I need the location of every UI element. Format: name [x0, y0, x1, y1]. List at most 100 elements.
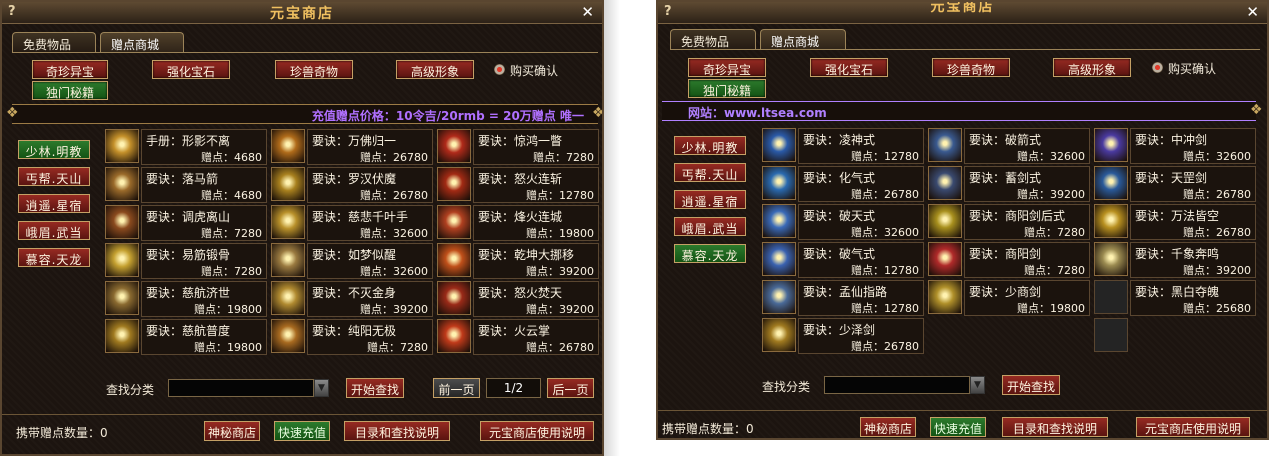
skill-book-icon[interactable] — [105, 243, 139, 277]
title-bar[interactable]: ? 元宝商店 ✕ — [2, 2, 602, 24]
shop-help-button[interactable]: 元宝商店使用说明 — [1136, 417, 1250, 437]
skill-book-icon[interactable] — [437, 243, 471, 277]
tab-free-items[interactable]: 免费物品 — [670, 29, 756, 50]
next-page-button[interactable]: 后一页 — [547, 378, 594, 398]
item-cell[interactable]: 要诀：慈航济世 赠点：19800 — [105, 281, 267, 317]
search-input[interactable] — [824, 376, 970, 394]
tab-points-mall[interactable]: 赠点商城 — [760, 29, 846, 50]
mystery-shop-button[interactable]: 神秘商店 — [860, 417, 916, 437]
item-cell[interactable]: 要诀：破气式 赠点：12780 — [762, 242, 924, 278]
close-icon[interactable]: ✕ — [581, 3, 594, 21]
category-secret-manuals[interactable]: 独门秘籍 — [688, 79, 766, 98]
skill-book-icon[interactable] — [271, 167, 305, 201]
category-secret-manuals[interactable]: 独门秘籍 — [32, 81, 108, 100]
item-cell[interactable]: 要诀：如梦似醒 赠点：32600 — [271, 243, 433, 279]
category-gems[interactable]: 强化宝石 — [810, 58, 888, 77]
tab-free-items[interactable]: 免费物品 — [12, 32, 96, 53]
skill-book-icon[interactable] — [105, 319, 139, 353]
sect-tab[interactable]: 少林.明教 — [674, 136, 746, 155]
skill-book-icon[interactable] — [928, 166, 962, 200]
sect-tab[interactable]: 慕容.天龙 — [674, 244, 746, 263]
search-dropdown-icon[interactable]: ▼ — [314, 379, 329, 397]
skill-book-icon[interactable] — [437, 205, 471, 239]
item-cell[interactable]: 要诀：纯阳无极 赠点：7280 — [271, 319, 433, 355]
skill-book-icon[interactable] — [105, 129, 139, 163]
search-button[interactable]: 开始查找 — [1002, 375, 1060, 395]
item-cell[interactable]: 要诀：千象奔鸣 赠点：39200 — [1094, 242, 1256, 278]
item-cell[interactable]: 要诀：万法皆空 赠点：26780 — [1094, 204, 1256, 240]
item-cell[interactable]: 要诀：易筋锻骨 赠点：7280 — [105, 243, 267, 279]
quick-recharge-button[interactable]: 快速充值 — [930, 417, 986, 437]
item-cell[interactable]: 要诀：怒火连斩 赠点：12780 — [437, 167, 599, 203]
sect-tab[interactable]: 峨眉.武当 — [18, 221, 90, 240]
close-icon[interactable]: ✕ — [1246, 3, 1259, 21]
item-cell[interactable]: 要诀：慈航普度 赠点：19800 — [105, 319, 267, 355]
item-cell[interactable]: 要诀：化气式 赠点：26780 — [762, 166, 924, 202]
skill-book-icon[interactable] — [762, 166, 796, 200]
skill-book-icon[interactable] — [928, 128, 962, 162]
prev-page-button[interactable]: 前一页 — [433, 378, 480, 398]
skill-book-icon[interactable] — [762, 280, 796, 314]
skill-book-icon[interactable] — [105, 167, 139, 201]
skill-book-icon[interactable] — [437, 129, 471, 163]
skill-book-icon[interactable] — [1094, 166, 1128, 200]
item-cell[interactable]: 要诀：天罡剑 赠点：26780 — [1094, 166, 1256, 202]
catalog-help-button[interactable]: 目录和查找说明 — [1002, 417, 1108, 437]
catalog-help-button[interactable]: 目录和查找说明 — [344, 421, 450, 441]
sect-tab[interactable]: 峨眉.武当 — [674, 217, 746, 236]
item-cell[interactable]: 要诀：惊鸿一瞥 赠点：7280 — [437, 129, 599, 165]
skill-book-icon[interactable] — [271, 243, 305, 277]
skill-book-icon[interactable] — [762, 204, 796, 238]
category-pets[interactable]: 珍兽奇物 — [932, 58, 1010, 77]
item-cell[interactable]: 要诀：商阳剑后式 赠点：7280 — [928, 204, 1090, 240]
item-cell[interactable]: 要诀：不灭金身 赠点：39200 — [271, 281, 433, 317]
item-cell[interactable]: 要诀：少泽剑 赠点：26780 — [762, 318, 924, 354]
sect-tab[interactable]: 逍遥.星宿 — [18, 194, 90, 213]
skill-book-icon[interactable] — [437, 281, 471, 315]
skill-book-icon[interactable] — [1094, 128, 1128, 162]
category-appearance[interactable]: 高级形象 — [1053, 58, 1131, 77]
item-cell[interactable]: 要诀：乾坤大挪移 赠点：39200 — [437, 243, 599, 279]
item-cell[interactable]: 要诀：火云掌 赠点：26780 — [437, 319, 599, 355]
category-rare-treasure[interactable]: 奇珍异宝 — [688, 58, 766, 77]
skill-book-icon[interactable] — [271, 281, 305, 315]
shop-help-button[interactable]: 元宝商店使用说明 — [480, 421, 594, 441]
item-cell[interactable]: 要诀：商阳剑 赠点：7280 — [928, 242, 1090, 278]
skill-book-icon[interactable] — [105, 205, 139, 239]
sect-tab[interactable]: 丐帮.天山 — [674, 163, 746, 182]
skill-book-icon[interactable] — [1094, 204, 1128, 238]
skill-book-icon[interactable] — [271, 129, 305, 163]
search-dropdown-icon[interactable]: ▼ — [970, 376, 985, 394]
sect-tab[interactable]: 慕容.天龙 — [18, 248, 90, 267]
purchase-confirm-radio[interactable] — [1152, 62, 1163, 73]
skill-book-icon[interactable] — [928, 242, 962, 276]
tab-points-mall[interactable]: 赠点商城 — [100, 32, 184, 53]
item-cell[interactable]: 要诀：调虎离山 赠点：7280 — [105, 205, 267, 241]
item-cell[interactable]: 要诀：烽火连城 赠点：19800 — [437, 205, 599, 241]
item-cell[interactable]: 要诀：落马箭 赠点：4680 — [105, 167, 267, 203]
search-input[interactable] — [168, 379, 314, 397]
item-cell[interactable]: 要诀：罗汉伏魔 赠点：26780 — [271, 167, 433, 203]
category-pets[interactable]: 珍兽奇物 — [275, 60, 353, 79]
item-cell[interactable]: 要诀：破天式 赠点：32600 — [762, 204, 924, 240]
search-button[interactable]: 开始查找 — [346, 378, 404, 398]
item-cell[interactable]: 要诀：孟仙指路 赠点：12780 — [762, 280, 924, 316]
item-cell[interactable]: 要诀：破箭式 赠点：32600 — [928, 128, 1090, 164]
skill-book-icon[interactable] — [928, 204, 962, 238]
item-cell[interactable]: 要诀：少商剑 赠点：19800 — [928, 280, 1090, 316]
skill-book-icon[interactable] — [762, 128, 796, 162]
item-cell[interactable]: 要诀：凌神式 赠点：12780 — [762, 128, 924, 164]
skill-book-icon[interactable] — [762, 242, 796, 276]
item-cell[interactable]: 要诀：怒火焚天 赠点：39200 — [437, 281, 599, 317]
skill-book-icon[interactable] — [271, 205, 305, 239]
category-gems[interactable]: 强化宝石 — [152, 60, 230, 79]
skill-book-icon[interactable] — [928, 280, 962, 314]
skill-book-icon[interactable] — [437, 319, 471, 353]
item-cell[interactable]: 手册：形影不离 赠点：4680 — [105, 129, 267, 165]
skill-book-icon[interactable] — [1094, 242, 1128, 276]
title-bar[interactable]: ? 元宝商店 ✕ — [658, 2, 1267, 24]
quick-recharge-button[interactable]: 快速充值 — [274, 421, 330, 441]
mystery-shop-button[interactable]: 神秘商店 — [204, 421, 260, 441]
item-cell[interactable]: 要诀：万佛归一 赠点：26780 — [271, 129, 433, 165]
skill-book-icon[interactable] — [105, 281, 139, 315]
